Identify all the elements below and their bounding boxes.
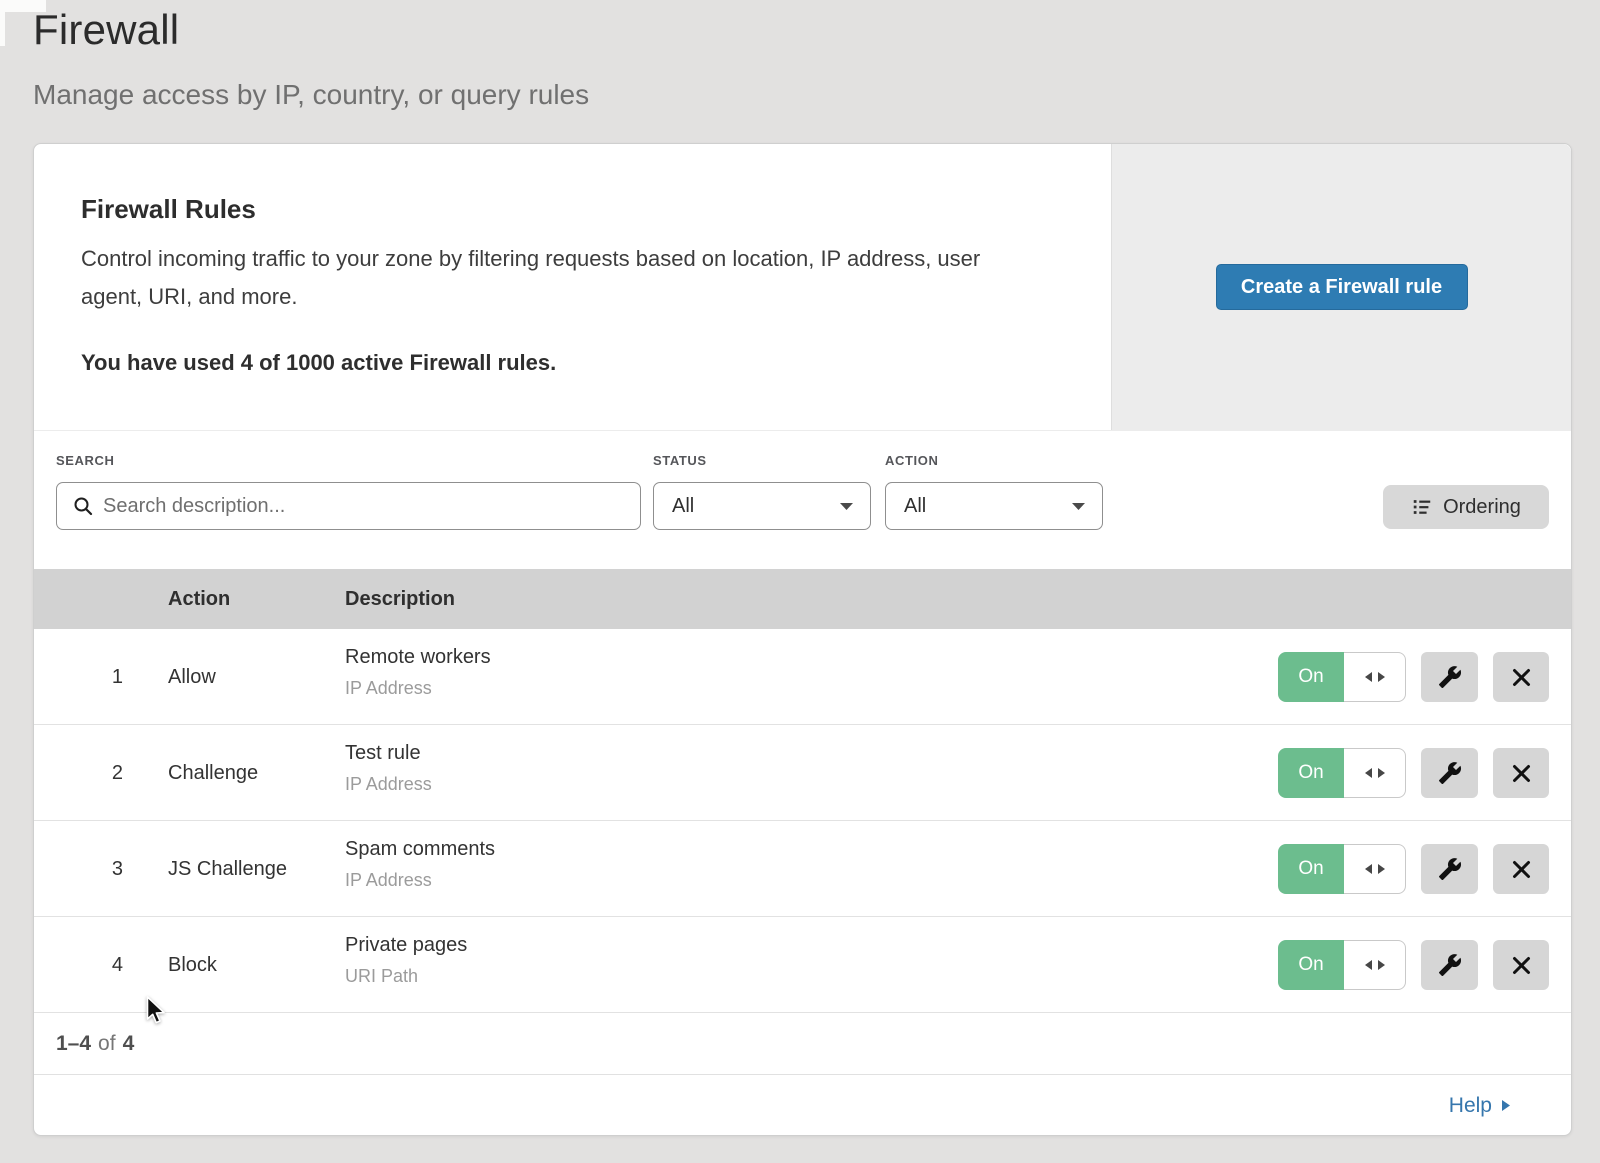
toggle-on-label: On xyxy=(1278,940,1344,990)
search-input[interactable] xyxy=(103,495,640,518)
ordering-button[interactable]: Ordering xyxy=(1383,485,1549,529)
status-select[interactable]: All xyxy=(653,482,871,530)
rules-description: Control incoming traffic to your zone by… xyxy=(81,240,1041,316)
rule-description: Test rule xyxy=(345,742,432,765)
rule-description-cell: Spam comments IP Address xyxy=(345,838,495,891)
ordering-button-label: Ordering xyxy=(1443,496,1521,519)
ordered-list-icon xyxy=(1411,496,1433,518)
delete-rule-button[interactable] xyxy=(1493,940,1549,990)
rule-priority: 2 xyxy=(89,725,123,821)
left-right-arrows-icon xyxy=(1344,940,1406,990)
rule-description-cell: Remote workers IP Address xyxy=(345,646,491,699)
pagination: 1–4 of 4 xyxy=(34,1013,1571,1074)
edit-rule-button[interactable] xyxy=(1421,844,1478,894)
left-right-arrows-icon xyxy=(1344,748,1406,798)
rule-description: Private pages xyxy=(345,934,467,957)
rule-description-cell: Private pages URI Path xyxy=(345,934,467,987)
rule-match-type: URI Path xyxy=(345,966,467,987)
toggle-on-label: On xyxy=(1278,652,1344,702)
rule-priority: 3 xyxy=(89,821,123,917)
wrench-icon xyxy=(1438,665,1462,689)
firewall-rule-row: 4 Block Private pages URI Path On xyxy=(34,917,1571,1013)
rules-intro-section: Firewall Rules Control incoming traffic … xyxy=(34,144,1571,431)
wrench-icon xyxy=(1438,953,1462,977)
firewall-page: Firewall Manage access by IP, country, o… xyxy=(0,0,1600,1163)
wrench-icon xyxy=(1438,857,1462,881)
close-icon xyxy=(1511,667,1532,688)
toggle-on-label: On xyxy=(1278,844,1344,894)
status-select-value: All xyxy=(672,495,694,518)
rule-action: JS Challenge xyxy=(168,821,287,917)
filters-section: SEARCH STATUS All ACTION All xyxy=(34,431,1571,569)
column-header-action: Action xyxy=(168,569,230,629)
create-rule-panel: Create a Firewall rule xyxy=(1111,144,1571,430)
help-link[interactable]: Help xyxy=(1449,1094,1511,1118)
delete-rule-button[interactable] xyxy=(1493,844,1549,894)
edit-rule-button[interactable] xyxy=(1421,748,1478,798)
column-header-description: Description xyxy=(345,569,455,629)
action-select[interactable]: All xyxy=(885,482,1103,530)
close-icon xyxy=(1511,763,1532,784)
rule-match-type: IP Address xyxy=(345,870,495,891)
rule-match-type: IP Address xyxy=(345,774,432,795)
arrow-right-icon xyxy=(1501,1099,1511,1112)
rule-description: Remote workers xyxy=(345,646,491,669)
help-link-label: Help xyxy=(1449,1094,1492,1118)
page-subtitle: Manage access by IP, country, or query r… xyxy=(33,79,589,111)
caret-down-icon xyxy=(839,502,854,511)
rule-description: Spam comments xyxy=(345,838,495,861)
pagination-range: 1–4 xyxy=(56,1032,91,1056)
search-icon xyxy=(73,496,93,516)
rule-action: Allow xyxy=(168,629,216,725)
pagination-of-label: of xyxy=(98,1032,116,1056)
left-right-arrows-icon xyxy=(1344,652,1406,702)
action-select-value: All xyxy=(904,495,926,518)
rule-enable-toggle[interactable]: On xyxy=(1278,940,1406,990)
wrench-icon xyxy=(1438,761,1462,785)
pagination-total: 4 xyxy=(123,1032,135,1056)
search-input-wrapper xyxy=(56,482,641,530)
rule-enable-toggle[interactable]: On xyxy=(1278,748,1406,798)
firewall-rules-card: Firewall Rules Control incoming traffic … xyxy=(33,143,1572,1136)
window-edge-artifact xyxy=(0,0,5,46)
action-label: ACTION xyxy=(885,453,938,468)
close-icon xyxy=(1511,859,1532,880)
delete-rule-button[interactable] xyxy=(1493,652,1549,702)
rule-enable-toggle[interactable]: On xyxy=(1278,652,1406,702)
create-firewall-rule-button[interactable]: Create a Firewall rule xyxy=(1216,264,1468,310)
rule-description-cell: Test rule IP Address xyxy=(345,742,432,795)
rule-match-type: IP Address xyxy=(345,678,491,699)
left-right-arrows-icon xyxy=(1344,844,1406,894)
rule-enable-toggle[interactable]: On xyxy=(1278,844,1406,894)
rule-action: Challenge xyxy=(168,725,258,821)
help-row: Help xyxy=(34,1074,1571,1136)
rules-usage-note: You have used 4 of 1000 active Firewall … xyxy=(81,350,556,376)
caret-down-icon xyxy=(1071,502,1086,511)
rule-action: Block xyxy=(168,917,217,1013)
edit-rule-button[interactable] xyxy=(1421,940,1478,990)
search-label: SEARCH xyxy=(56,453,115,468)
status-label: STATUS xyxy=(653,453,707,468)
toggle-on-label: On xyxy=(1278,748,1344,798)
edit-rule-button[interactable] xyxy=(1421,652,1478,702)
close-icon xyxy=(1511,955,1532,976)
rules-heading: Firewall Rules xyxy=(81,194,256,225)
page-title: Firewall xyxy=(33,6,179,54)
rule-priority: 1 xyxy=(89,629,123,725)
delete-rule-button[interactable] xyxy=(1493,748,1549,798)
firewall-rule-row: 2 Challenge Test rule IP Address On xyxy=(34,725,1571,821)
rules-table-body: 1 Allow Remote workers IP Address On xyxy=(34,629,1571,1013)
firewall-rule-row: 3 JS Challenge Spam comments IP Address … xyxy=(34,821,1571,917)
firewall-rule-row: 1 Allow Remote workers IP Address On xyxy=(34,629,1571,725)
table-header: Action Description xyxy=(34,569,1571,629)
rule-priority: 4 xyxy=(89,917,123,1013)
